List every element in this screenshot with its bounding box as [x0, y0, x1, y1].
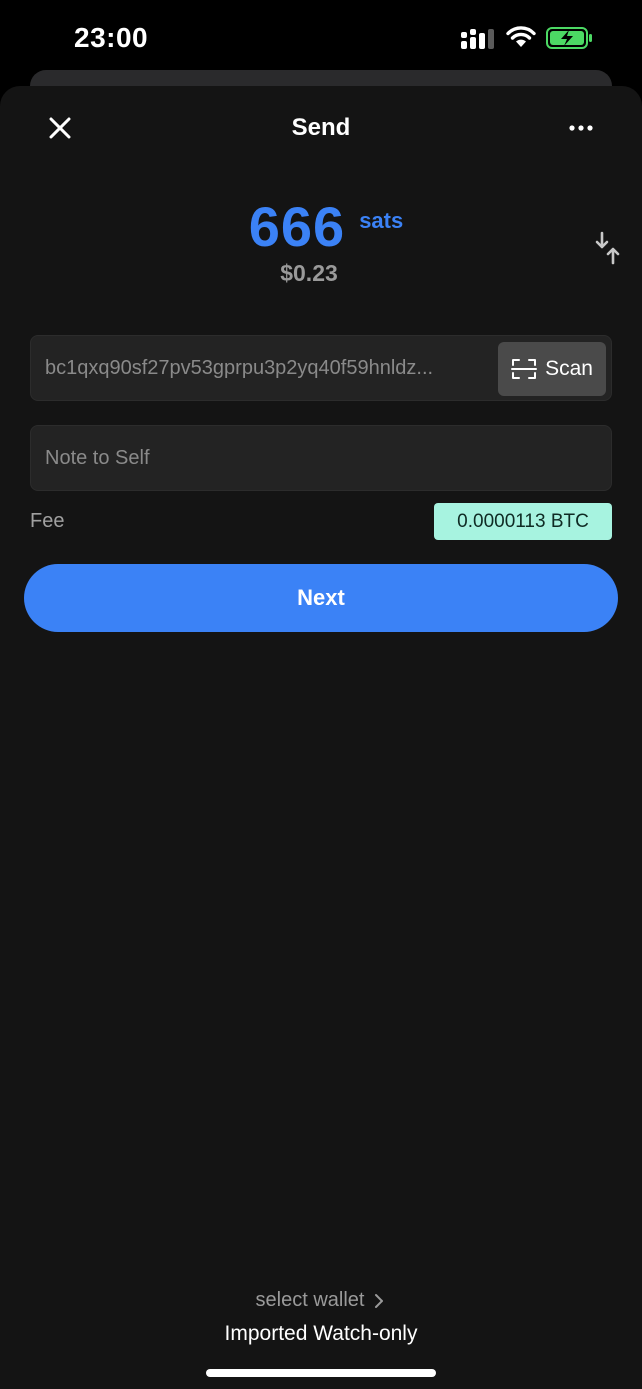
status-bar: 23:00: [0, 0, 642, 80]
signal-icon: [461, 29, 494, 49]
battery-charging-icon: [546, 27, 592, 49]
page-title: Send: [291, 114, 351, 141]
more-icon[interactable]: [566, 116, 596, 140]
screen: 23:00 Send 666 sats $0.23 bc1qxq90sf27pv…: [0, 0, 642, 1389]
amount-display[interactable]: 666 sats: [0, 194, 642, 259]
note-field[interactable]: [30, 425, 612, 491]
amount-value: 666: [248, 195, 346, 258]
select-wallet-button[interactable]: select wallet: [0, 1289, 642, 1312]
header: Send: [0, 86, 642, 170]
scan-icon: [511, 359, 538, 379]
wifi-icon: [506, 26, 536, 47]
wallet-name[interactable]: Imported Watch-only: [0, 1322, 642, 1346]
next-button[interactable]: Next: [24, 564, 618, 632]
fee-label: Fee: [30, 510, 65, 532]
home-indicator: [206, 1369, 436, 1377]
address-value[interactable]: bc1qxq90sf27pv53gprpu3p2yq40f59hnldz...: [45, 357, 485, 380]
fee-selector[interactable]: 0.0000113 BTC: [434, 503, 612, 540]
amount-unit: sats: [359, 208, 404, 233]
chevron-right-icon: [375, 1293, 384, 1308]
status-time: 23:00: [74, 22, 149, 53]
send-sheet: Send 666 sats $0.23 bc1qxq90sf27pv53gprp…: [0, 86, 642, 1389]
note-input[interactable]: [45, 426, 595, 490]
address-field[interactable]: bc1qxq90sf27pv53gprpu3p2yq40f59hnldz... …: [30, 335, 612, 401]
swap-icon[interactable]: [594, 230, 622, 266]
scan-button[interactable]: Scan: [498, 342, 606, 396]
select-wallet-label: select wallet: [255, 1289, 365, 1311]
fiat-amount: $0.23: [280, 260, 338, 286]
scan-label: Scan: [545, 357, 593, 380]
